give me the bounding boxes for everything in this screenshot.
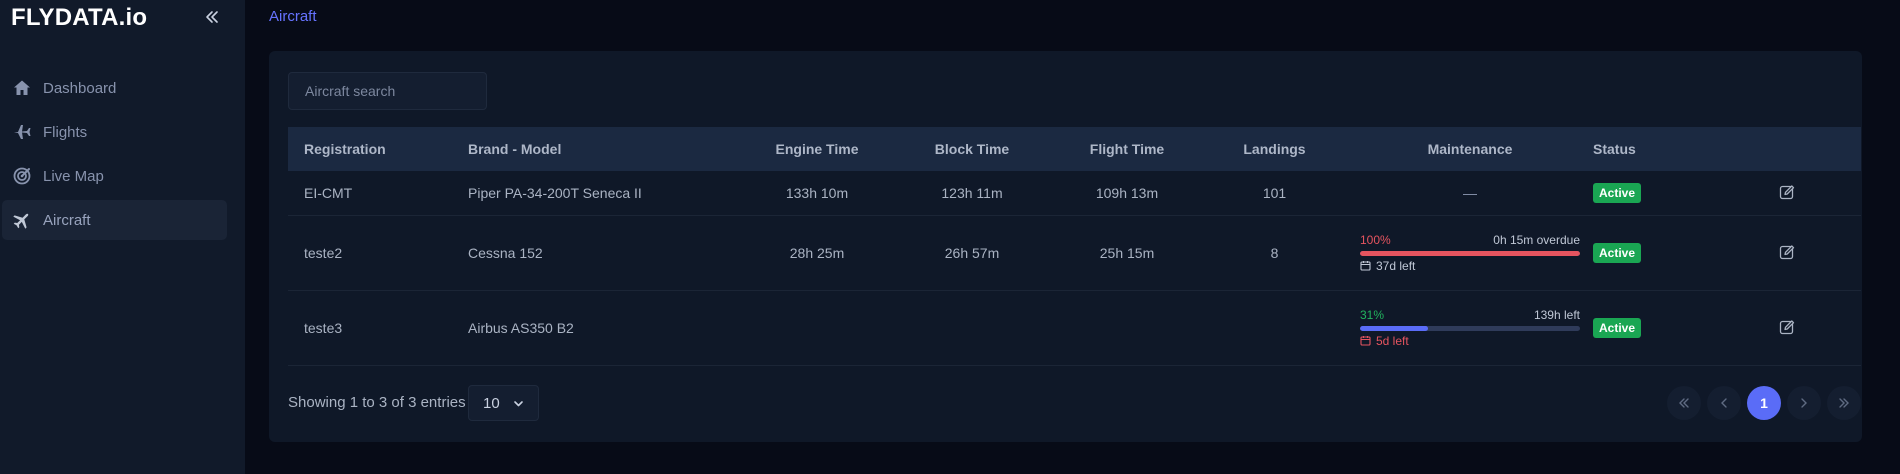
page-size-value: 10 [483,394,500,412]
maintenance-progress: 100% 0h 15m overdue 37d left [1360,233,1580,273]
table-row[interactable]: teste2 Cessna 152 28h 25m 26h 57m 25h 15… [288,215,1861,291]
next-page-button[interactable] [1787,386,1821,420]
app-logo[interactable]: FLYDATA.io [11,4,147,32]
column-header-maintenance[interactable]: Maintenance [1347,127,1593,171]
column-header-brand-model[interactable]: Brand - Model [452,127,742,171]
aircraft-table: Registration Brand - Model Engine Time B… [288,127,1861,366]
engine-time-cell [742,290,892,366]
flight-time-cell [1052,290,1202,366]
flight-time-cell: 109h 13m [1052,171,1202,216]
maintenance-bar [1360,325,1580,331]
plane-icon [14,125,31,139]
sidebar-item-flights[interactable]: Flights [2,112,227,152]
maintenance-cell: 100% 0h 15m overdue 37d left [1347,215,1593,291]
sidebar-item-label: Flights [43,123,88,141]
status-cell: Active [1593,171,1713,216]
registration-cell: teste2 [288,215,452,291]
breadcrumb[interactable]: Aircraft [269,8,317,25]
block-time-cell [892,290,1052,366]
column-header-registration[interactable]: Registration [288,127,452,171]
model-cell: Piper PA-34-200T Seneca II [452,171,742,216]
edit-button[interactable] [1777,242,1797,262]
aircraft-search-input[interactable] [288,72,487,110]
table-header-row: Registration Brand - Model Engine Time B… [288,127,1861,171]
actions-cell [1713,215,1861,291]
previous-page-button[interactable] [1707,386,1741,420]
landings-cell: 101 [1202,171,1347,216]
status-cell: Active [1593,290,1713,366]
status-badge: Active [1593,182,1642,203]
status-badge: Active [1593,317,1642,338]
sidebar-nav: Dashboard Flights Live Map Aircraft [0,68,230,244]
actions-cell [1713,171,1861,216]
first-page-button[interactable] [1667,386,1701,420]
column-header-landings[interactable]: Landings [1202,127,1347,171]
model-cell: Cessna 152 [452,215,742,291]
actions-cell [1713,290,1861,366]
double-chevron-left-icon [206,11,218,23]
sidebar-item-dashboard[interactable]: Dashboard [2,68,227,108]
maintenance-progress: 31% 139h left 5d left [1360,308,1580,348]
maintenance-cell: 31% 139h left 5d left [1347,290,1593,366]
chevron-left-icon [1721,398,1727,408]
aircraft-card: Registration Brand - Model Engine Time B… [269,51,1862,442]
maintenance-percent: 100% [1360,232,1391,247]
maintenance-remaining: 139h left [1533,307,1580,322]
edit-icon [1779,320,1795,335]
last-page-button[interactable] [1827,386,1861,420]
flight-time-cell: 25h 15m [1052,215,1202,291]
collapse-sidebar-button[interactable] [202,6,222,28]
entries-info: Showing 1 to 3 of 3 entries [288,394,466,411]
column-header-engine-time[interactable]: Engine Time [742,127,892,171]
maintenance-bar-fill [1360,250,1580,256]
landings-cell [1202,290,1347,366]
page-size-select[interactable]: 10 [468,385,539,421]
maintenance-days-left: 5d left [1376,333,1409,348]
double-chevron-right-icon [1839,398,1849,408]
sidebar-item-label: Dashboard [43,79,117,97]
landings-cell: 8 [1202,215,1347,291]
sidebar-item-live-map[interactable]: Live Map [2,156,227,196]
registration-cell: EI-CMT [288,171,452,216]
sidebar-item-label: Live Map [43,167,104,185]
engine-time-cell: 28h 25m [742,215,892,291]
pagination: 1 [1667,386,1861,420]
sidebar-item-aircraft[interactable]: Aircraft [2,200,227,240]
home-icon [14,80,30,95]
block-time-cell: 26h 57m [892,215,1052,291]
block-time-cell: 123h 11m [892,171,1052,216]
maintenance-percent: 31% [1360,307,1385,322]
edit-button[interactable] [1777,182,1797,202]
calendar-icon [1360,336,1371,346]
maintenance-bar [1360,250,1580,256]
table-row[interactable]: EI-CMT Piper PA-34-200T Seneca II 133h 1… [288,171,1861,216]
chevron-right-icon [1801,398,1807,408]
edit-icon [1779,245,1795,260]
maintenance-bar-fill [1360,325,1429,331]
column-header-actions [1713,127,1861,171]
maintenance-cell: — [1347,171,1593,216]
model-cell: Airbus AS350 B2 [452,290,742,366]
engine-time-cell: 133h 10m [742,171,892,216]
status-badge: Active [1593,242,1642,263]
double-chevron-left-icon [1679,398,1689,408]
aircraft-icon [13,213,29,229]
column-header-flight-time[interactable]: Flight Time [1052,127,1202,171]
radar-icon [13,167,31,185]
sidebar-item-label: Aircraft [43,211,91,229]
sidebar: FLYDATA.io Dashboard Flights Live Map Ai… [0,0,245,474]
registration-cell: teste3 [288,290,452,366]
chevron-down-icon [514,400,523,406]
edit-button[interactable] [1777,317,1797,337]
maintenance-remaining: 0h 15m overdue [1493,232,1580,247]
status-cell: Active [1593,215,1713,291]
calendar-icon [1360,261,1371,271]
table-row[interactable]: teste3 Airbus AS350 B2 31% 139h left 5d … [288,290,1861,366]
column-header-block-time[interactable]: Block Time [892,127,1052,171]
maintenance-days-left: 37d left [1376,258,1416,273]
page-1-button[interactable]: 1 [1747,386,1781,420]
column-header-status[interactable]: Status [1593,127,1713,171]
edit-icon [1779,185,1795,200]
